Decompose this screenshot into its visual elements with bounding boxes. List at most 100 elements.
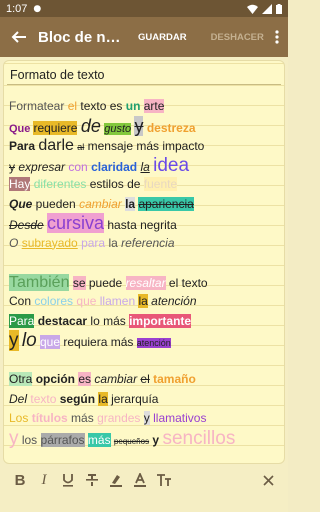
text-run: Formatear: [9, 99, 65, 113]
status-bar: 1:07 ●: [0, 0, 288, 17]
text-run: un: [125, 99, 141, 113]
more-vert-icon: [275, 30, 279, 44]
back-button[interactable]: [0, 17, 38, 57]
italic-icon: I: [41, 471, 47, 488]
note-line[interactable]: [9, 351, 284, 371]
note-line[interactable]: y expresar con claridad la idea: [9, 154, 284, 176]
text-run: atención: [136, 338, 171, 348]
note-line[interactable]: Que requiere de gusto y destreza: [9, 115, 284, 137]
note-line[interactable]: y lo que requiera más atención: [9, 330, 284, 351]
close-icon: [262, 474, 274, 486]
italic-button[interactable]: I: [32, 468, 56, 492]
text-color-button[interactable]: [128, 468, 152, 492]
undo-button[interactable]: DESHACER: [211, 32, 264, 43]
text-run: referencia: [121, 235, 175, 250]
text-run: los: [21, 432, 38, 447]
text-run: la: [138, 294, 148, 308]
highlight-button[interactable]: [104, 468, 128, 492]
text-run: idea: [153, 154, 190, 176]
text-run: se: [72, 275, 86, 290]
note-line[interactable]: También se puede resaltar el texto: [9, 273, 284, 293]
text-run: es: [78, 372, 92, 386]
text-color-icon: [134, 473, 146, 487]
text-run: el texto: [165, 275, 208, 290]
notification-dot-icon: ●: [33, 3, 42, 14]
text-size-icon: [157, 474, 171, 486]
text-run: subrayado: [21, 235, 78, 250]
more-options-button[interactable]: [266, 30, 288, 44]
bold-button[interactable]: B: [8, 468, 32, 492]
note-line[interactable]: Que pueden cambiar la apariencia: [9, 195, 284, 215]
note-line[interactable]: Hay diferentes estilos de fuente: [9, 175, 284, 195]
text-run: y: [143, 411, 150, 425]
text-run: También: [9, 273, 70, 291]
note-line[interactable]: [9, 253, 284, 273]
note-subject[interactable]: Formato de texto: [10, 68, 105, 82]
text-run: gusto: [104, 122, 132, 135]
save-button[interactable]: GUARDAR: [138, 32, 187, 43]
underline-icon: [63, 474, 73, 487]
status-time: 1:07: [6, 2, 28, 15]
system-nav-bar: [0, 494, 288, 512]
text-run: lo: [21, 330, 37, 351]
text-run: Hay: [9, 177, 31, 191]
text-run: que: [76, 294, 97, 308]
note-line[interactable]: Los títulos más grandes y llamativos: [9, 409, 284, 429]
note-line[interactable]: Para destacar lo más importante: [9, 312, 284, 332]
text-run: jerarquía: [107, 391, 159, 406]
text-run: la: [105, 235, 122, 250]
close-format-button[interactable]: [256, 468, 280, 492]
note-body[interactable]: Formatear el texto es un arte Que requier…: [9, 97, 284, 449]
text-run: para: [81, 235, 106, 250]
text-run: colores: [34, 294, 74, 308]
underline-button[interactable]: [56, 468, 80, 492]
format-toolbar: B I: [0, 466, 288, 494]
text-run: el: [140, 372, 150, 386]
note-line[interactable]: Formatear el texto es un arte: [9, 97, 284, 117]
highlighter-icon: [110, 475, 122, 487]
text-run: destacar: [37, 313, 88, 328]
wifi-icon: [247, 4, 258, 14]
text-run: requiere: [33, 120, 78, 135]
text-run: importante: [129, 313, 192, 328]
text-run: títulos: [31, 411, 68, 425]
text-run: llamen: [99, 294, 136, 308]
battery-icon: [276, 3, 282, 14]
text-run: lo más: [87, 313, 130, 328]
text-run: el: [64, 99, 81, 113]
text-size-button[interactable]: [152, 468, 176, 492]
text-run: cursiva: [47, 213, 105, 233]
strikethrough-button[interactable]: [80, 468, 104, 492]
text-run: puede: [85, 275, 126, 290]
text-run: que: [39, 335, 61, 349]
text-run: hasta negrita: [104, 218, 177, 232]
note-line[interactable]: y los párrafos más pequeños y sencillos: [9, 427, 284, 449]
note-line[interactable]: Con colores que llamen la atención: [9, 292, 284, 312]
text-run: claridad: [91, 159, 138, 174]
text-run: la: [98, 391, 108, 406]
text-run: Que: [9, 196, 33, 211]
text-run: Del: [9, 391, 28, 406]
text-run: texto: [30, 391, 57, 406]
text-run: la: [125, 196, 136, 211]
text-run: pequeños: [113, 436, 150, 446]
text-run: más: [87, 432, 111, 447]
note-line[interactable]: Desde cursiva hasta negrita: [9, 213, 284, 234]
text-run: arte: [143, 99, 165, 113]
text-run: requiera más: [60, 335, 137, 349]
text-run: texto es: [80, 99, 126, 113]
text-run: grandes: [97, 411, 141, 425]
note-card[interactable]: Formato de texto Formatear el texto es u…: [3, 60, 285, 464]
note-line[interactable]: Otra opción es cambiar el tamaño: [9, 370, 284, 390]
note-line[interactable]: Para darle al mensaje más impacto: [9, 136, 284, 156]
app-toolbar: Bloc de no... GUARDAR DESHACER: [0, 17, 288, 57]
text-run: Desde: [9, 218, 44, 232]
text-run: y: [9, 330, 19, 351]
note-line[interactable]: Del texto según la jerarquía: [9, 390, 284, 410]
note-line[interactable]: O subrayado para la referencia: [9, 234, 284, 254]
text-run: y: [9, 427, 19, 449]
text-run: atención: [151, 294, 197, 308]
text-run: pueden: [32, 196, 80, 211]
text-run: de: [80, 115, 101, 136]
text-run: diferentes: [33, 177, 87, 191]
